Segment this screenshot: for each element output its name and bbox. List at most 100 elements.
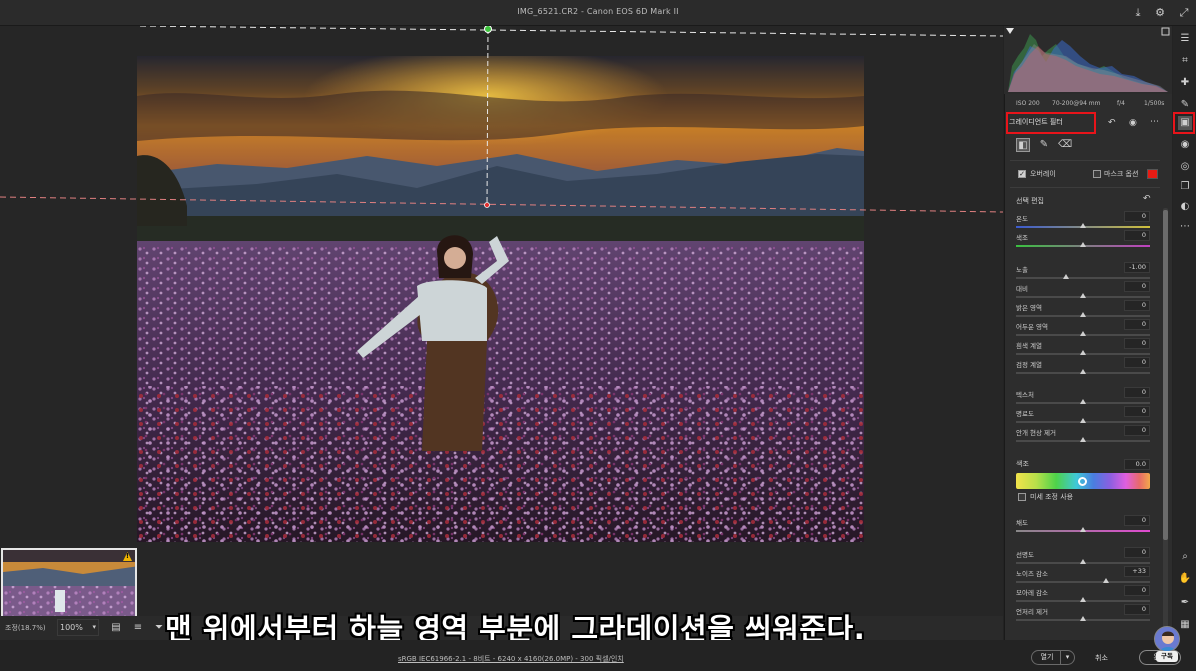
zoom-value: 100% (60, 623, 83, 632)
slider-track[interactable] (1016, 581, 1150, 583)
slider-track[interactable] (1016, 277, 1150, 279)
red-eye-icon[interactable]: ◎ (1178, 160, 1192, 174)
hand-icon[interactable]: ✋ (1178, 572, 1192, 586)
camera-raw-window: IMG_6521.CR2 - Canon EOS 6D Mark II ⤓ ⚙ … (0, 0, 1196, 671)
slider-label: 텍스처 (1016, 391, 1034, 399)
slider-value-input[interactable]: 0 (1124, 406, 1150, 417)
gradient-pin-top (484, 26, 492, 33)
slider-row: 채도 0 (1016, 515, 1150, 535)
slider-row: 어두운 영역 0 (1016, 319, 1150, 339)
slider-value-input[interactable]: 0 (1124, 300, 1150, 311)
section-reset-icon[interactable]: ↶ (1143, 194, 1151, 204)
filmstrip-icon[interactable]: ▤ (109, 621, 123, 635)
radial-filter-icon[interactable]: ◉ (1178, 138, 1192, 152)
sort-icon[interactable]: ≡ (131, 621, 145, 635)
divider (1010, 187, 1160, 188)
open-button-label: 열기 (1040, 653, 1054, 661)
filter-icon[interactable]: ⏷ (152, 621, 166, 635)
slider-thumb[interactable] (1080, 312, 1086, 317)
slider-row: 명료도 0 (1016, 406, 1150, 426)
chevron-down-icon[interactable]: ▾ (1060, 651, 1074, 664)
overlay-checkbox[interactable]: ✓ (1018, 170, 1026, 178)
subscribe-badge: 구독 (1156, 651, 1178, 662)
gear-icon[interactable]: ⚙ (1152, 5, 1168, 21)
overlay-label: 오버레이 (1030, 170, 1056, 178)
slider-value-input[interactable]: 0 (1124, 425, 1150, 436)
slider-thumb[interactable] (1080, 616, 1086, 621)
more-icon[interactable]: ⋯ (1150, 117, 1159, 127)
slider-thumb[interactable] (1080, 399, 1086, 404)
gradient-guides[interactable] (0, 26, 1003, 616)
slider-thumb[interactable] (1080, 242, 1086, 247)
slider-label: 채도 (1016, 519, 1028, 527)
slider-thumb[interactable] (1080, 559, 1086, 564)
slider-row: 안개 현상 제거 0 (1016, 425, 1150, 445)
slider-value-input[interactable]: 0 (1124, 515, 1150, 526)
slider-thumb[interactable] (1080, 527, 1086, 532)
open-button[interactable]: 열기 ▾ (1031, 650, 1075, 665)
color-sampler-icon[interactable]: ✒ (1178, 596, 1192, 610)
slider-thumb[interactable] (1080, 293, 1086, 298)
reset-icon[interactable]: ↶ (1108, 118, 1116, 128)
slider-thumb[interactable] (1080, 223, 1086, 228)
healing-icon[interactable]: ✚ (1178, 76, 1192, 90)
more-tools-icon[interactable]: ⋯ (1178, 220, 1192, 234)
slider-row: 검정 계열 0 (1016, 357, 1150, 377)
footer: sRGB IEC61966-2.1 - 8비트 - 6240 x 4160(26… (0, 640, 1196, 671)
preview-canvas[interactable]: ! (0, 26, 1003, 639)
slider-value-input[interactable]: 0 (1124, 230, 1150, 241)
slider-thumb[interactable] (1080, 597, 1086, 602)
slider-value-input[interactable]: 0 (1124, 357, 1150, 368)
chevron-down-icon: ▾ (92, 623, 96, 631)
snapshots-icon[interactable]: ❐ (1178, 180, 1192, 194)
slider-thumb[interactable] (1080, 437, 1086, 442)
slider-row: 선명도 0 (1016, 547, 1150, 567)
slider-thumb[interactable] (1062, 274, 1069, 279)
mask-color-swatch[interactable] (1147, 169, 1158, 179)
hue-value[interactable]: 0.0 (1124, 459, 1150, 470)
eraser-icon[interactable]: ⌫ (1058, 138, 1072, 152)
slider-label: 명료도 (1016, 410, 1034, 418)
panel-scrollbar-thumb[interactable] (1163, 210, 1168, 540)
slider-value-input[interactable]: 0 (1124, 387, 1150, 398)
cancel-button[interactable]: 취소 (1095, 653, 1108, 663)
fullscreen-icon[interactable]: ⤢ (1176, 5, 1192, 21)
slider-value-input[interactable]: 0 (1124, 547, 1150, 558)
slider-value-input[interactable]: +33 (1124, 566, 1150, 577)
slider-value-input[interactable]: 0 (1124, 281, 1150, 292)
slider-thumb[interactable] (1080, 418, 1086, 423)
gradient-new-icon[interactable]: ◧ (1016, 138, 1030, 152)
zoom-select[interactable]: 100% ▾ (57, 619, 99, 636)
save-icon[interactable]: ⤓ (1130, 5, 1146, 21)
presets-icon[interactable]: ◐ (1178, 200, 1192, 214)
slider-value-input[interactable]: 0 (1124, 319, 1150, 330)
visibility-icon[interactable]: ◉ (1129, 118, 1137, 128)
slider-label: 흰색 계열 (1016, 342, 1042, 350)
slider-value-input[interactable]: 0 (1124, 338, 1150, 349)
title-bar: IMG_6521.CR2 - Canon EOS 6D Mark II ⤓ ⚙ … (0, 0, 1196, 26)
fine-adjust-checkbox[interactable] (1018, 493, 1026, 501)
fine-adjust-label: 미세 조정 사용 (1030, 493, 1074, 501)
mask-options-checkbox[interactable] (1093, 170, 1101, 178)
crop-icon[interactable]: ⌗ (1178, 54, 1192, 68)
edit-sliders-icon[interactable]: ☰ (1178, 32, 1192, 46)
zoom-icon[interactable]: ⌕ (1178, 550, 1192, 564)
slider-label: 안개 현상 제거 (1016, 429, 1057, 437)
slider-thumb[interactable] (1080, 350, 1086, 355)
slider-value-input[interactable]: -1.00 (1124, 262, 1150, 273)
highlight-box-tool-title (1006, 112, 1096, 134)
brush-tool-icon[interactable]: ✎ (1178, 98, 1192, 112)
slider-value-input[interactable]: 0 (1124, 604, 1150, 615)
slider-thumb[interactable] (1102, 578, 1109, 583)
slider-value-input[interactable]: 0 (1124, 211, 1150, 222)
image-info-link[interactable]: sRGB IEC61966-2.1 - 8비트 - 6240 x 4160(26… (398, 654, 624, 664)
slider-value-input[interactable]: 0 (1124, 585, 1150, 596)
lens-value: 70-200@94 mm (1052, 100, 1101, 107)
hue-knob[interactable] (1078, 477, 1087, 486)
slider-thumb[interactable] (1080, 331, 1086, 336)
brush-icon[interactable]: ✎ (1037, 138, 1051, 152)
slider-thumb[interactable] (1080, 369, 1086, 374)
slider-row: 텍스처 0 (1016, 387, 1150, 407)
grid-icon[interactable]: ▦ (1178, 618, 1192, 632)
camera-info: ISO 200 70-200@94 mm f/4 1/500s (1004, 98, 1172, 110)
